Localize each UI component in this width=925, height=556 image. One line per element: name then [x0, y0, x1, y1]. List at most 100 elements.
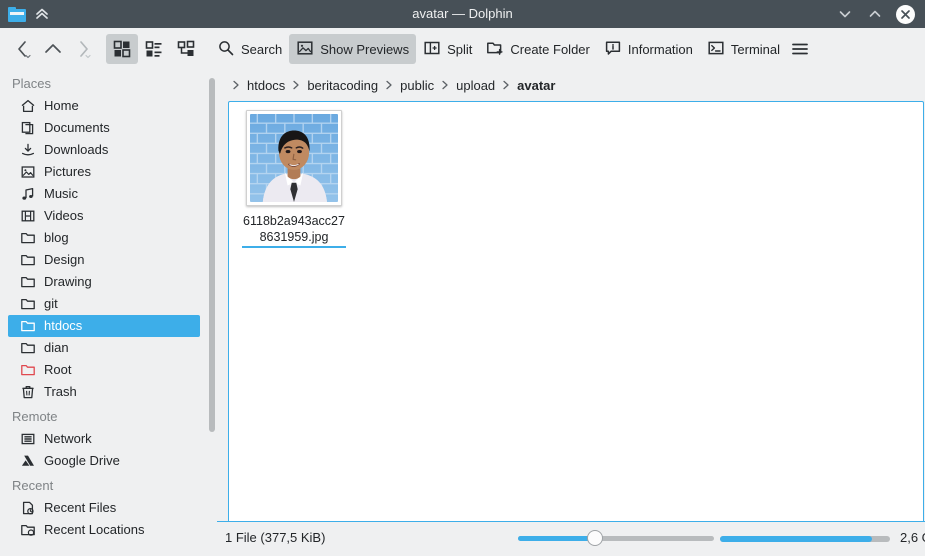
minimize-button[interactable]	[836, 5, 854, 23]
information-button[interactable]: Information	[597, 34, 700, 64]
folder-icon	[20, 340, 36, 356]
sidebar-item-label: Root	[44, 362, 72, 377]
file-name-label: 6118b2a943acc278631959.jpg	[242, 213, 346, 248]
file-view[interactable]: 6118b2a943acc278631959.jpg	[228, 101, 924, 525]
view-mode-icons-button[interactable]	[106, 34, 138, 64]
videos-icon	[20, 208, 36, 224]
breadcrumb-item-upload[interactable]: upload	[452, 78, 499, 93]
sidebar-item-label: Drawing	[44, 274, 92, 289]
sidebar-item-git[interactable]: git	[8, 293, 200, 315]
up-button[interactable]	[38, 34, 68, 64]
zoom-slider-handle[interactable]	[587, 530, 603, 546]
sidebar-scrollbar-thumb[interactable]	[209, 78, 215, 432]
sidebar-item-label: Music	[44, 186, 78, 201]
breadcrumb-item-htdocs[interactable]: htdocs	[243, 78, 289, 93]
sidebar-item-recent-locations[interactable]: Recent Locations	[8, 519, 200, 541]
google-drive-icon	[20, 453, 36, 469]
show-previews-button[interactable]: Show Previews	[289, 34, 417, 64]
terminal-icon	[707, 39, 725, 60]
sidebar-item-videos[interactable]: Videos	[8, 205, 200, 227]
sidebar-item-pictures[interactable]: Pictures	[8, 161, 200, 183]
back-button[interactable]	[8, 34, 38, 64]
home-icon	[20, 98, 36, 114]
sidebar-item-label: Videos	[44, 208, 84, 223]
portrait-photo-icon	[250, 114, 338, 202]
sidebar-item-root[interactable]: Root	[8, 359, 200, 381]
search-button[interactable]: Search	[210, 34, 289, 64]
window-controls	[836, 4, 925, 24]
sidebar-item-label: Documents	[44, 120, 110, 135]
recent-locations-icon	[20, 522, 36, 538]
downloads-icon	[20, 142, 36, 158]
sidebar-item-drawing[interactable]: Drawing	[8, 271, 200, 293]
breadcrumb-separator-icon	[438, 79, 452, 91]
sidebar-item-label: git	[44, 296, 58, 311]
sidebar-item-label: Recent Locations	[44, 522, 145, 537]
search-button-label: Search	[241, 41, 283, 57]
breadcrumb-item-beritacoding[interactable]: beritacoding	[303, 78, 382, 93]
folder-icon	[20, 274, 36, 290]
documents-icon	[20, 120, 36, 136]
zoom-slider-fill	[518, 536, 596, 541]
folder-icon	[20, 252, 36, 268]
capacity-bar[interactable]	[720, 536, 890, 542]
sidebar-item-label: Google Drive	[44, 453, 120, 468]
terminal-label: Terminal	[730, 41, 781, 57]
folder-red-icon	[20, 362, 36, 378]
information-label: Information	[627, 41, 693, 57]
places-panel: Places Home Documents Downloads Pictures Musi…	[0, 70, 208, 556]
folder-icon	[20, 296, 36, 312]
split-button[interactable]: Split	[416, 34, 479, 64]
main-toolbar: Search Show Previews Split Create Folder…	[0, 28, 925, 70]
sidebar-item-downloads[interactable]: Downloads	[8, 139, 200, 161]
breadcrumb-item-public[interactable]: public	[396, 78, 438, 93]
sidebar-item-design[interactable]: Design	[8, 249, 200, 271]
search-icon	[217, 39, 235, 60]
maximize-button[interactable]	[866, 5, 884, 23]
pictures-icon	[20, 164, 36, 180]
sidebar-item-documents[interactable]: Documents	[8, 117, 200, 139]
create-folder-button[interactable]: Create Folder	[479, 34, 596, 64]
menu-button[interactable]	[787, 34, 813, 64]
breadcrumb-item-avatar[interactable]: avatar	[513, 78, 559, 93]
split-button-label: Split	[447, 41, 473, 57]
double-chevron-up-icon[interactable]	[33, 5, 51, 23]
sidebar-item-label: Network	[44, 431, 92, 446]
title-bar-left-icons	[0, 5, 120, 23]
sidebar-item-label: Recent Files	[44, 500, 117, 515]
sidebar-item-label: Design	[44, 252, 85, 267]
folder-icon	[20, 230, 36, 246]
sidebar-item-trash[interactable]: Trash	[8, 381, 200, 403]
sidebar-item-blog[interactable]: blog	[8, 227, 200, 249]
sidebar-item-home[interactable]: Home	[8, 95, 200, 117]
free-space-label: 2,6 GiB free	[900, 530, 925, 545]
terminal-button[interactable]: Terminal	[700, 34, 787, 64]
main-area: htdocs beritacoding public upload avatar	[217, 70, 925, 556]
file-thumbnail	[246, 110, 342, 206]
file-count-label: 1 File (377,5 KiB)	[225, 530, 326, 545]
breadcrumb[interactable]: htdocs beritacoding public upload avatar	[217, 70, 925, 100]
sidebar-item-label: blog	[44, 230, 69, 245]
view-mode-compact-button[interactable]	[138, 34, 170, 64]
sidebar-item-network[interactable]: Network	[8, 428, 200, 450]
zoom-slider[interactable]	[518, 530, 714, 546]
sidebar-item-recent-files[interactable]: Recent Files	[8, 497, 200, 519]
information-icon	[604, 39, 622, 60]
file-item[interactable]: 6118b2a943acc278631959.jpg	[239, 110, 349, 248]
image-preview-icon	[296, 39, 314, 60]
breadcrumb-separator-icon	[289, 79, 303, 91]
window-title: avatar — Dolphin	[412, 6, 513, 21]
status-bar: 1 File (377,5 KiB) 2,6 GiB free	[217, 522, 925, 556]
app-folder-icon	[8, 6, 26, 22]
sidebar-item-music[interactable]: Music	[8, 183, 200, 205]
close-button[interactable]	[896, 4, 915, 24]
sidebar-item-google-drive[interactable]: Google Drive	[8, 450, 200, 472]
sidebar-item-htdocs[interactable]: htdocs	[8, 315, 200, 337]
trash-icon	[20, 384, 36, 400]
split-view-icon	[423, 39, 441, 60]
folder-icon	[20, 318, 36, 334]
forward-button[interactable]	[68, 34, 98, 64]
sidebar-item-dian[interactable]: dian	[8, 337, 200, 359]
dolphin-window: avatar — Dolphin Search Show Previews Sp…	[0, 0, 925, 556]
view-mode-details-button[interactable]	[170, 34, 202, 64]
